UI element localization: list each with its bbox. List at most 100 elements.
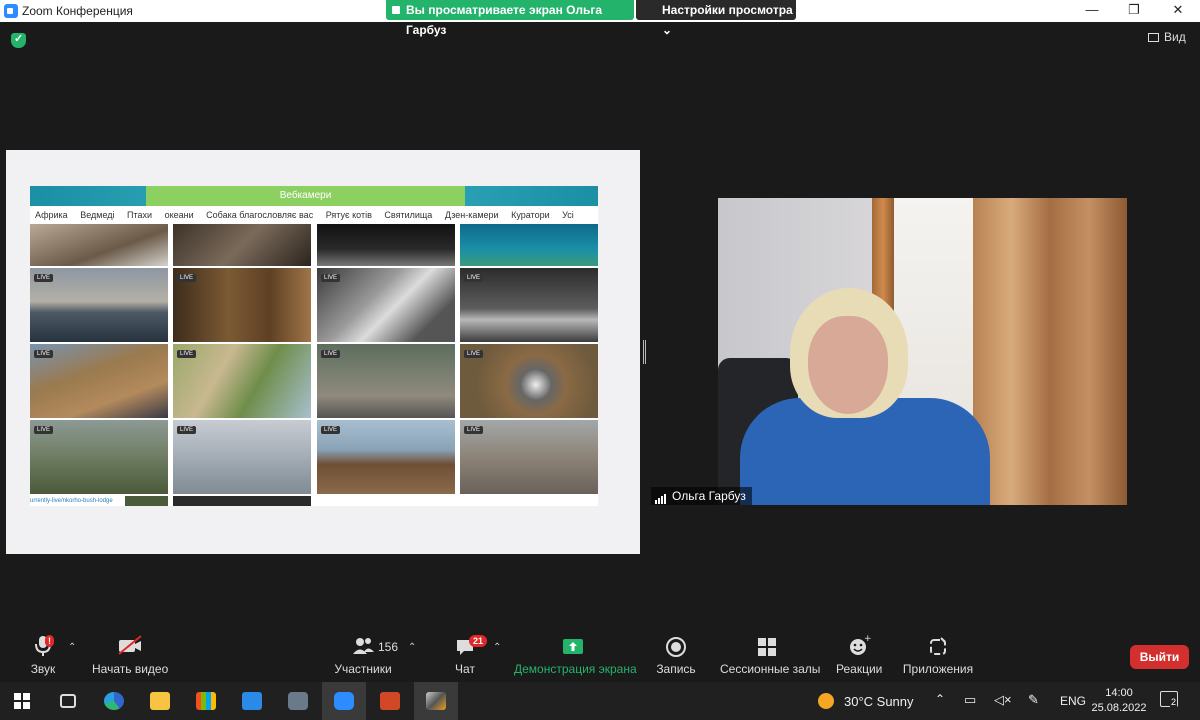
nav-item: Африка <box>35 210 68 220</box>
taskbar-explorer[interactable] <box>138 682 182 720</box>
camera-icon <box>288 692 308 710</box>
audio-label: Звук <box>30 662 56 676</box>
nav-item: Собака благословляє вас <box>206 210 314 220</box>
record-button[interactable]: Запись <box>654 632 698 682</box>
share-screen-icon <box>514 632 632 660</box>
task-view-icon <box>60 694 76 708</box>
apps-button[interactable]: Приложения <box>902 632 974 682</box>
start-button[interactable] <box>0 682 44 720</box>
webcam-thumbnail: LIVE <box>317 420 455 494</box>
chat-icon: 21 <box>450 632 488 660</box>
clock-date: 25.08.2022 <box>1091 702 1147 714</box>
video-curtain <box>973 198 1127 505</box>
resize-handle[interactable] <box>643 340 646 364</box>
meeting-toolbar: ! Звук ⌃ Начать видео 156 Участники ⌃ 21… <box>0 632 1200 682</box>
webcam-thumbnail <box>460 496 598 506</box>
webcam-site: Вебкамери Африка Ведмеді Птахи океани Со… <box>30 186 598 506</box>
live-badge: LIVE <box>34 350 54 358</box>
webcam-thumbnail: LIVE <box>173 268 311 342</box>
share-screen-button[interactable]: Демонстрация экрана <box>514 632 637 682</box>
system-clock[interactable]: 14:00 25.08.2022 <box>1090 686 1148 716</box>
live-badge: LIVE <box>321 274 341 282</box>
live-badge: LIVE <box>464 426 484 434</box>
webcam-thumbnail: LIVE <box>173 344 311 418</box>
share-banner: Вы просматриваете экран Ольга Гарбуз <box>386 0 634 37</box>
live-badge: LIVE <box>464 274 484 282</box>
window-title: Zoom Конференция <box>22 4 133 18</box>
view-button[interactable]: Вид <box>1148 30 1186 44</box>
taskbar-store[interactable] <box>184 682 228 720</box>
webcam-thumbnail: LIVE <box>460 344 598 418</box>
video-person-face <box>808 316 888 414</box>
leave-button[interactable]: Выйти <box>1130 645 1189 669</box>
live-badge: LIVE <box>321 350 341 358</box>
webcam-thumbnail: LIVE <box>173 420 311 494</box>
microphone-icon: ! <box>26 632 60 660</box>
shared-screen[interactable]: Вебкамери Африка Ведмеді Птахи океани Со… <box>6 150 640 554</box>
view-layout-icon <box>1148 33 1159 42</box>
video-editor-icon <box>426 692 446 710</box>
nav-item: Святилища <box>384 210 433 220</box>
participants-button[interactable]: 156 Участники <box>332 632 398 682</box>
taskbar-zoom[interactable] <box>322 682 366 720</box>
signal-strength-icon <box>655 490 667 504</box>
minimize-button[interactable]: — <box>1070 0 1114 22</box>
restore-button[interactable]: ❐ <box>1112 0 1156 22</box>
language-indicator[interactable]: ENG <box>1060 694 1086 708</box>
network-icon[interactable]: ▭ <box>964 692 976 708</box>
share-screen-label: Демонстрация экрана <box>514 662 637 676</box>
webcam-thumbnail: LIVE <box>30 344 168 418</box>
reactions-button[interactable]: + Реакции <box>836 632 882 682</box>
participants-count: 156 <box>378 640 399 654</box>
webcam-thumbnail <box>317 224 455 266</box>
notifications-icon[interactable]: 2 <box>1160 691 1178 707</box>
start-video-button[interactable]: Начать видео <box>92 632 168 682</box>
task-view-button[interactable] <box>46 682 90 720</box>
taskbar-mail[interactable] <box>230 682 274 720</box>
webcam-thumbnail: LIVE <box>317 344 455 418</box>
start-video-label: Начать видео <box>92 662 169 676</box>
audio-alert-badge: ! <box>45 635 54 647</box>
audio-button[interactable]: ! Звук <box>26 632 60 682</box>
webcam-thumbnail <box>173 496 311 506</box>
chat-label: Чат <box>455 662 475 676</box>
live-badge: LIVE <box>34 426 54 434</box>
nav-item: океани <box>164 210 194 220</box>
close-button[interactable]: ✕ <box>1156 0 1200 22</box>
webcam-thumbnail: LIVE <box>30 268 168 342</box>
zoom-app-icon <box>334 692 354 710</box>
chat-options-chevron-icon[interactable]: ⌃ <box>493 642 501 653</box>
video-off-icon <box>92 632 168 660</box>
notifications-count: 2 <box>1170 697 1178 707</box>
webcam-thumbnail <box>30 224 168 266</box>
tray-chevron-icon[interactable]: ⌃ <box>935 692 945 706</box>
nav-item: Куратори <box>511 210 550 220</box>
security-shield-icon[interactable] <box>11 32 26 48</box>
participant-video[interactable] <box>718 198 1127 505</box>
taskbar-camera[interactable] <box>276 682 320 720</box>
webcam-thumbnail: LIVE <box>317 268 455 342</box>
audio-options-chevron-icon[interactable]: ⌃ <box>68 642 76 653</box>
breakout-rooms-button[interactable]: Сессионные залы <box>720 632 821 682</box>
reactions-icon: + <box>836 632 882 660</box>
record-label: Запись <box>656 662 696 676</box>
weather-text[interactable]: 30°C Sunny <box>844 694 914 709</box>
taskbar-edge[interactable] <box>92 682 136 720</box>
nav-item: Усі <box>562 210 574 220</box>
participants-options-chevron-icon[interactable]: ⌃ <box>408 642 416 653</box>
view-settings-button[interactable]: Настройки просмотра ⌄ <box>636 0 796 37</box>
participants-label: Участники <box>334 662 392 676</box>
taskbar-powerpoint[interactable] <box>368 682 412 720</box>
nav-item: Дзен-камери <box>444 210 499 220</box>
volume-muted-icon[interactable]: ◁× <box>994 692 1012 708</box>
webcam-thumbnail: LIVE <box>460 420 598 494</box>
breakout-rooms-label: Сессионные залы <box>720 662 821 676</box>
store-icon <box>196 692 216 710</box>
participant-name: Ольга Гарбуз <box>672 489 746 503</box>
chat-button[interactable]: 21 Чат <box>450 632 488 682</box>
live-badge: LIVE <box>464 350 484 358</box>
taskbar-video-editor[interactable] <box>414 682 458 720</box>
pen-icon[interactable]: ✎ <box>1028 692 1039 708</box>
share-screen-icon <box>392 6 400 14</box>
edge-browser-icon <box>104 692 124 710</box>
